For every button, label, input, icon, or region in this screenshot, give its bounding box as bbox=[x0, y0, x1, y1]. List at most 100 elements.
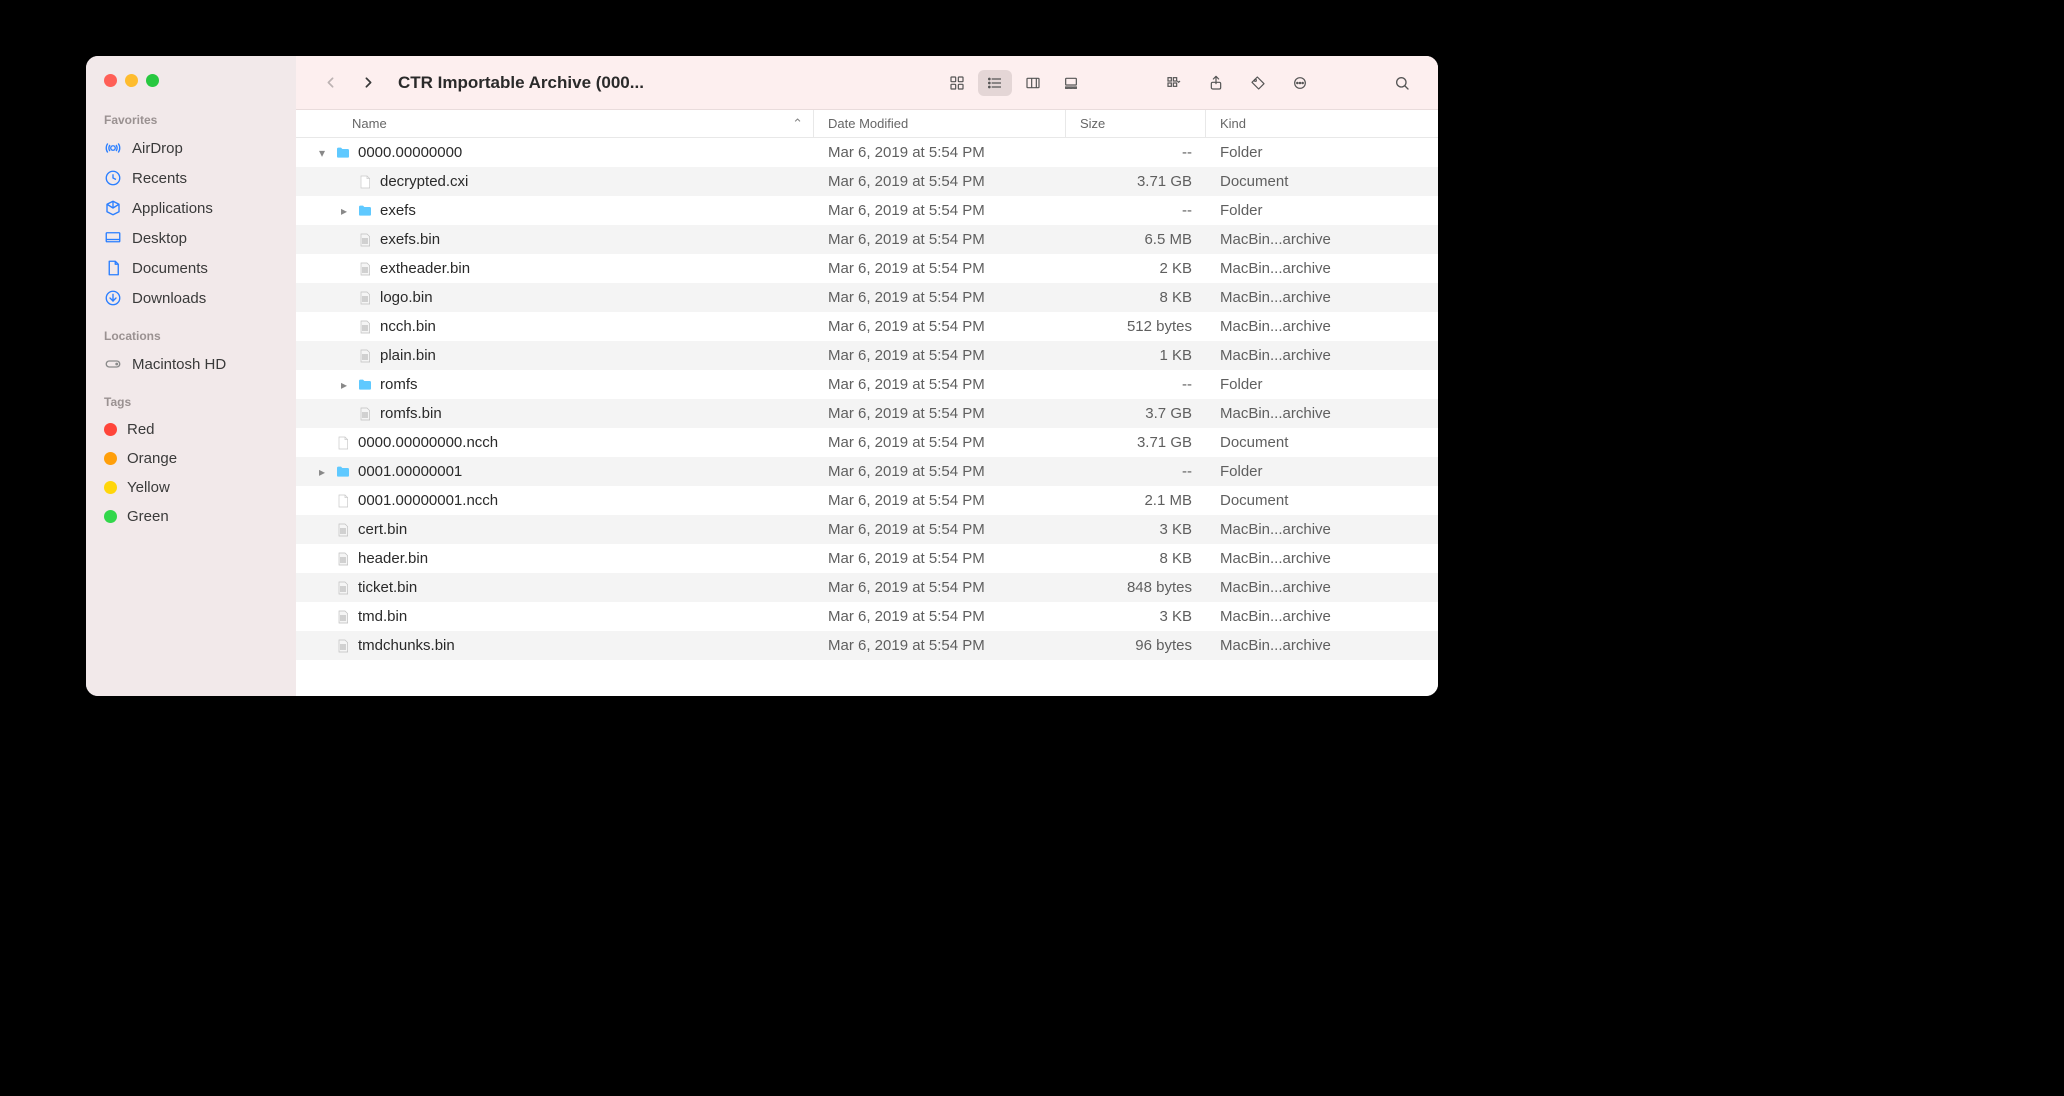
column-header-size[interactable]: Size bbox=[1066, 110, 1206, 137]
close-button[interactable] bbox=[104, 74, 117, 87]
sidebar-item-airdrop[interactable]: AirDrop bbox=[86, 133, 296, 163]
document-icon bbox=[356, 173, 374, 191]
file-kind: MacBin...archive bbox=[1206, 405, 1438, 422]
sidebar-item-red[interactable]: Red bbox=[86, 415, 296, 444]
sidebar-item-recents[interactable]: Recents bbox=[86, 163, 296, 193]
file-date: Mar 6, 2019 at 5:54 PM bbox=[814, 347, 1066, 364]
file-row[interactable]: 0000.00000000.ncch Mar 6, 2019 at 5:54 PM… bbox=[296, 428, 1438, 457]
back-button[interactable] bbox=[316, 69, 344, 97]
column-view-button[interactable] bbox=[1016, 70, 1050, 96]
file-row[interactable]: exefs.binMar 6, 2019 at 5:54 PM6.5 MBMac… bbox=[296, 225, 1438, 254]
binary-file-icon bbox=[334, 521, 352, 539]
folder-icon bbox=[334, 463, 352, 481]
column-header-kind[interactable]: Kind bbox=[1206, 110, 1438, 137]
file-row[interactable]: plain.binMar 6, 2019 at 5:54 PM1 KBMacBi… bbox=[296, 341, 1438, 370]
sidebar-item-orange[interactable]: Orange bbox=[86, 444, 296, 473]
binary-file-icon bbox=[334, 550, 352, 568]
file-row[interactable]: ▸romfsMar 6, 2019 at 5:54 PM--Folder bbox=[296, 370, 1438, 399]
file-row[interactable]: logo.binMar 6, 2019 at 5:54 PM8 KBMacBin… bbox=[296, 283, 1438, 312]
file-row[interactable]: ▾0000.00000000Mar 6, 2019 at 5:54 PM--Fo… bbox=[296, 138, 1438, 167]
group-button[interactable] bbox=[1158, 70, 1190, 96]
disclosure-triangle-icon[interactable]: ▾ bbox=[316, 146, 328, 160]
file-size: 512 bytes bbox=[1066, 318, 1206, 335]
document-icon bbox=[334, 434, 352, 452]
file-size: -- bbox=[1066, 463, 1206, 480]
sidebar-item-macintosh-hd[interactable]: Macintosh HD bbox=[86, 349, 296, 379]
binary-file-icon bbox=[356, 289, 374, 307]
file-date: Mar 6, 2019 at 5:54 PM bbox=[814, 579, 1066, 596]
gallery-view-button[interactable] bbox=[1054, 70, 1088, 96]
column-header-name[interactable]: Name⌃ bbox=[296, 110, 814, 137]
file-name: ticket.bin bbox=[358, 579, 417, 596]
file-row[interactable]: ncch.binMar 6, 2019 at 5:54 PM512 bytesM… bbox=[296, 312, 1438, 341]
downloads-icon bbox=[104, 289, 122, 307]
tag-color-icon bbox=[104, 452, 117, 465]
folder-icon bbox=[356, 202, 374, 220]
sidebar-item-label: Recents bbox=[132, 170, 187, 187]
minimize-button[interactable] bbox=[125, 74, 138, 87]
file-size: 848 bytes bbox=[1066, 579, 1206, 596]
binary-file-icon bbox=[356, 347, 374, 365]
disclosure-triangle-icon[interactable]: ▸ bbox=[316, 465, 328, 479]
disclosure-triangle-icon[interactable]: ▸ bbox=[338, 204, 350, 218]
binary-file-icon bbox=[334, 637, 352, 655]
sidebar-item-applications[interactable]: Applications bbox=[86, 193, 296, 223]
traffic-lights bbox=[86, 74, 296, 87]
file-row[interactable]: ticket.bin Mar 6, 2019 at 5:54 PM848 byte… bbox=[296, 573, 1438, 602]
file-row[interactable]: header.binMar 6, 2019 at 5:54 PM8 KBMacB… bbox=[296, 544, 1438, 573]
zoom-button[interactable] bbox=[146, 74, 159, 87]
file-size: 6.5 MB bbox=[1066, 231, 1206, 248]
file-date: Mar 6, 2019 at 5:54 PM bbox=[814, 289, 1066, 306]
file-row[interactable]: ▸0001.00000001Mar 6, 2019 at 5:54 PM--Fo… bbox=[296, 457, 1438, 486]
file-name: 0000.00000000.ncch bbox=[358, 434, 498, 451]
file-size: 96 bytes bbox=[1066, 637, 1206, 654]
sidebar-item-green[interactable]: Green bbox=[86, 502, 296, 531]
sidebar-item-label: Applications bbox=[132, 200, 213, 217]
file-row[interactable]: decrypted.cxiMar 6, 2019 at 5:54 PM3.71 … bbox=[296, 167, 1438, 196]
file-date: Mar 6, 2019 at 5:54 PM bbox=[814, 434, 1066, 451]
action-button[interactable] bbox=[1284, 70, 1316, 96]
search-button[interactable] bbox=[1386, 70, 1418, 96]
file-list: ▾0000.00000000Mar 6, 2019 at 5:54 PM--Fo… bbox=[296, 138, 1438, 696]
main-pane: CTR Importable Archive (000... Name⌃ Dat… bbox=[296, 56, 1438, 696]
file-row[interactable]: extheader.binMar 6, 2019 at 5:54 PM2 KBM… bbox=[296, 254, 1438, 283]
sidebar-item-yellow[interactable]: Yellow bbox=[86, 473, 296, 502]
file-name: exefs bbox=[380, 202, 416, 219]
list-view-button[interactable] bbox=[978, 70, 1012, 96]
tag-color-icon bbox=[104, 423, 117, 436]
sidebar-item-downloads[interactable]: Downloads bbox=[86, 283, 296, 313]
sidebar-item-label: Downloads bbox=[132, 290, 206, 307]
column-header-date[interactable]: Date Modified bbox=[814, 110, 1066, 137]
sidebar-item-label: Red bbox=[127, 421, 155, 438]
file-size: 2.1 MB bbox=[1066, 492, 1206, 509]
file-kind: MacBin...archive bbox=[1206, 231, 1438, 248]
tags-button[interactable] bbox=[1242, 70, 1274, 96]
forward-button[interactable] bbox=[354, 69, 382, 97]
sidebar-item-documents[interactable]: Documents bbox=[86, 253, 296, 283]
apps-icon bbox=[104, 199, 122, 217]
folder-icon bbox=[356, 376, 374, 394]
file-date: Mar 6, 2019 at 5:54 PM bbox=[814, 521, 1066, 538]
icon-view-button[interactable] bbox=[940, 70, 974, 96]
file-name: logo.bin bbox=[380, 289, 433, 306]
file-row[interactable]: romfs.binMar 6, 2019 at 5:54 PM3.7 GBMac… bbox=[296, 399, 1438, 428]
file-row[interactable]: 0001.00000001.ncchMar 6, 2019 at 5:54 PM… bbox=[296, 486, 1438, 515]
file-name: plain.bin bbox=[380, 347, 436, 364]
file-name: header.bin bbox=[358, 550, 428, 567]
file-row[interactable]: tmdchunks.binMar 6, 2019 at 5:54 PM96 by… bbox=[296, 631, 1438, 660]
file-name: tmdchunks.bin bbox=[358, 637, 455, 654]
file-date: Mar 6, 2019 at 5:54 PM bbox=[814, 202, 1066, 219]
file-name: decrypted.cxi bbox=[380, 173, 468, 190]
file-row[interactable]: ▸exefsMar 6, 2019 at 5:54 PM--Folder bbox=[296, 196, 1438, 225]
tag-color-icon bbox=[104, 510, 117, 523]
column-header-row: Name⌃ Date Modified Size Kind bbox=[296, 110, 1438, 138]
disclosure-triangle-icon[interactable]: ▸ bbox=[338, 378, 350, 392]
file-kind: MacBin...archive bbox=[1206, 579, 1438, 596]
file-kind: Document bbox=[1206, 434, 1438, 451]
share-button[interactable] bbox=[1200, 70, 1232, 96]
file-row[interactable]: cert.binMar 6, 2019 at 5:54 PM3 KBMacBin… bbox=[296, 515, 1438, 544]
file-name: tmd.bin bbox=[358, 608, 407, 625]
binary-file-icon bbox=[356, 318, 374, 336]
file-row[interactable]: tmd.binMar 6, 2019 at 5:54 PM3 KBMacBin.… bbox=[296, 602, 1438, 631]
sidebar-item-desktop[interactable]: Desktop bbox=[86, 223, 296, 253]
